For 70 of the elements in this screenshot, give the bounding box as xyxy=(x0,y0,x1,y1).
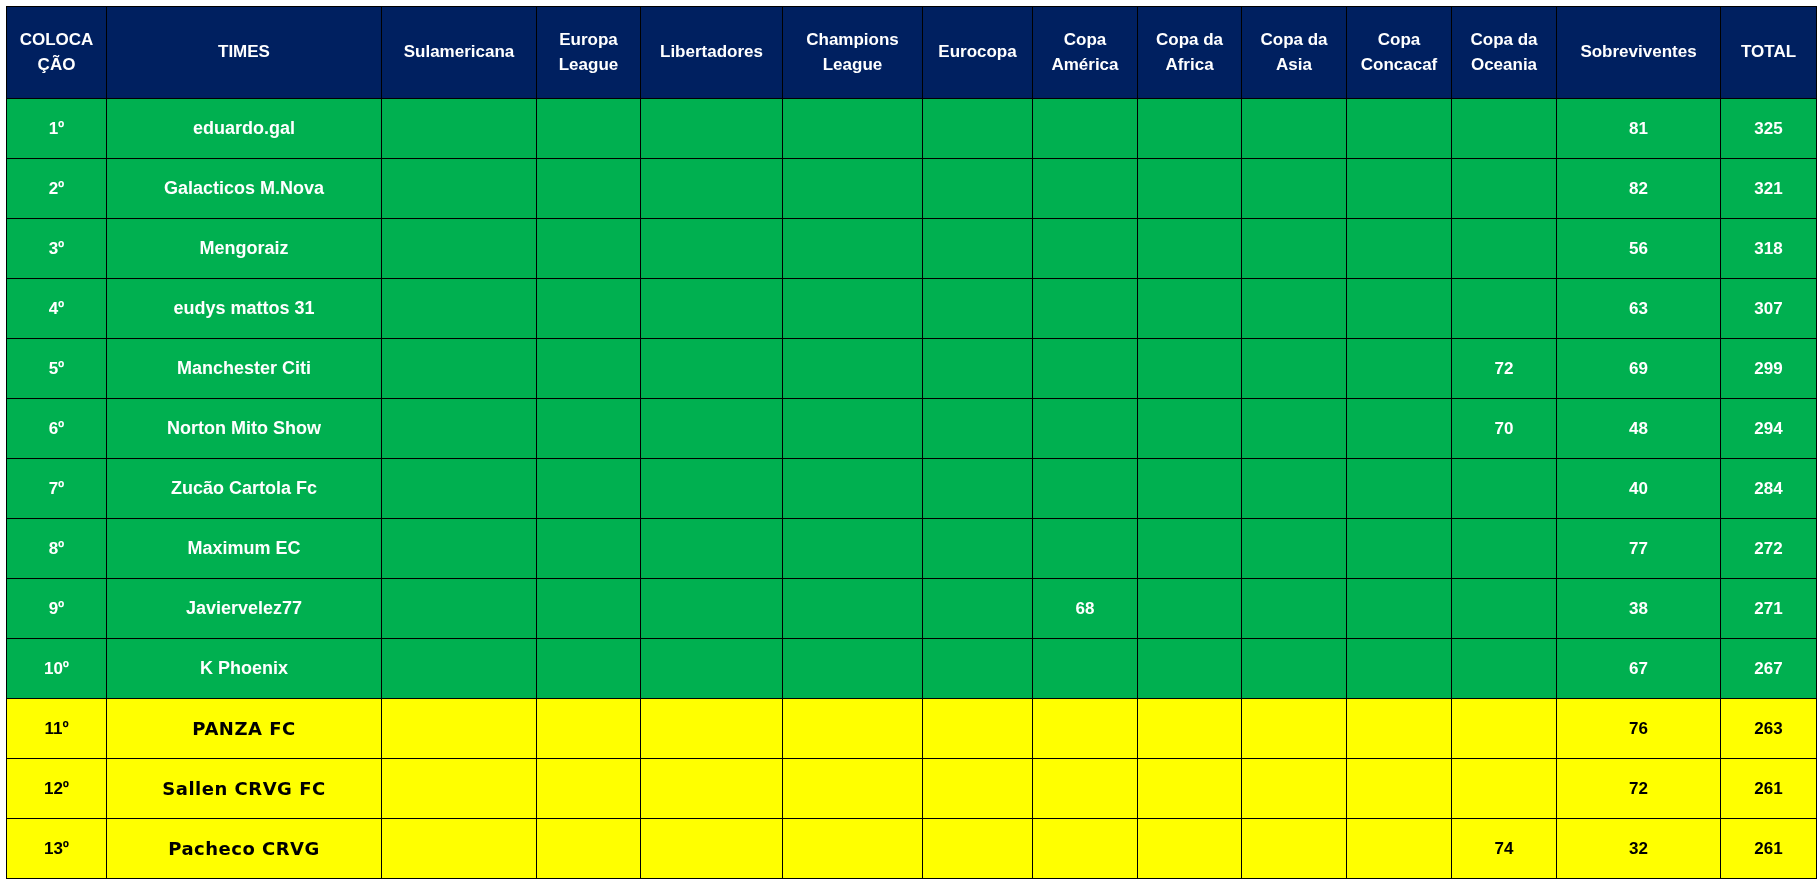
table-cell: Manchester Citi xyxy=(106,338,382,399)
table-cell: 3º xyxy=(6,218,107,279)
table-cell: 261 xyxy=(1720,818,1817,879)
column-header: TIMES xyxy=(106,6,382,99)
column-header: Copa da Africa xyxy=(1137,6,1242,99)
table-cell: eduardo.gal xyxy=(106,98,382,159)
table-cell: 321 xyxy=(1720,158,1817,219)
table-cell: eudys mattos 31 xyxy=(106,278,382,339)
table-cell: 76 xyxy=(1556,698,1721,759)
table-cell: 81 xyxy=(1556,98,1721,159)
table-cell: 48 xyxy=(1556,398,1721,459)
table-cell: Sallen CRVG FC xyxy=(106,758,382,819)
table-cell: PANZA FC xyxy=(106,698,382,759)
table-cell: 72 xyxy=(1451,338,1557,399)
table-cell: Zucão Cartola Fc xyxy=(106,458,382,519)
table-cell: 284 xyxy=(1720,458,1817,519)
table-cell: 69 xyxy=(1556,338,1721,399)
table-cell: 2º xyxy=(6,158,107,219)
table-cell: 299 xyxy=(1720,338,1817,399)
table-cell: 4º xyxy=(6,278,107,339)
table-cell: 5º xyxy=(6,338,107,399)
table-cell: 32 xyxy=(1556,818,1721,879)
table-cell: 63 xyxy=(1556,278,1721,339)
column-header: Sobreviventes xyxy=(1556,6,1721,99)
table-cell: Pacheco CRVG xyxy=(106,818,382,879)
table-cell: 8º xyxy=(6,518,107,579)
column-header: Copa América xyxy=(1032,6,1138,99)
table-cell: Galacticos M.Nova xyxy=(106,158,382,219)
table-cell: K Phoenix xyxy=(106,638,382,699)
table-cell: 267 xyxy=(1720,638,1817,699)
table-cell: 12º xyxy=(6,758,107,819)
table-cell: 38 xyxy=(1556,578,1721,639)
table-cell: 72 xyxy=(1556,758,1721,819)
column-header: Sulamericana xyxy=(381,6,537,99)
table-cell: 77 xyxy=(1556,518,1721,579)
column-header: Eurocopa xyxy=(922,6,1033,99)
table-cell: Javiervelez77 xyxy=(106,578,382,639)
table-cell: Maximum EC xyxy=(106,518,382,579)
column-header: Champions League xyxy=(782,6,923,99)
table-cell: 307 xyxy=(1720,278,1817,339)
table-cell: 13º xyxy=(6,818,107,879)
table-cell: 67 xyxy=(1556,638,1721,699)
table-cell: 263 xyxy=(1720,698,1817,759)
table-cell: 68 xyxy=(1032,578,1138,639)
table-cell: Mengoraiz xyxy=(106,218,382,279)
column-header: COLOCA ÇÃO xyxy=(6,6,107,99)
column-header: TOTAL xyxy=(1720,6,1817,99)
table-cell: 9º xyxy=(6,578,107,639)
table-cell: 70 xyxy=(1451,398,1557,459)
table-cell: 6º xyxy=(6,398,107,459)
table-cell: 11º xyxy=(6,698,107,759)
column-header: Copa da Asia xyxy=(1241,6,1347,99)
column-header: Copa Concacaf xyxy=(1346,6,1452,99)
column-header: Europa League xyxy=(536,6,641,99)
table-cell: 261 xyxy=(1720,758,1817,819)
table-cell: 82 xyxy=(1556,158,1721,219)
table-cell: Norton Mito Show xyxy=(106,398,382,459)
table-cell: 272 xyxy=(1720,518,1817,579)
column-header: Copa da Oceania xyxy=(1451,6,1557,99)
table-cell: 40 xyxy=(1556,458,1721,519)
table-cell: 1º xyxy=(6,98,107,159)
table-cell: 56 xyxy=(1556,218,1721,279)
table-cell: 318 xyxy=(1720,218,1817,279)
table-cell: 271 xyxy=(1720,578,1817,639)
column-header: Libertadores xyxy=(640,6,783,99)
table-cell: 10º xyxy=(6,638,107,699)
table-cell: 74 xyxy=(1451,818,1557,879)
table-cell: 294 xyxy=(1720,398,1817,459)
table-cell: 7º xyxy=(6,458,107,519)
table-cell: 325 xyxy=(1720,98,1817,159)
